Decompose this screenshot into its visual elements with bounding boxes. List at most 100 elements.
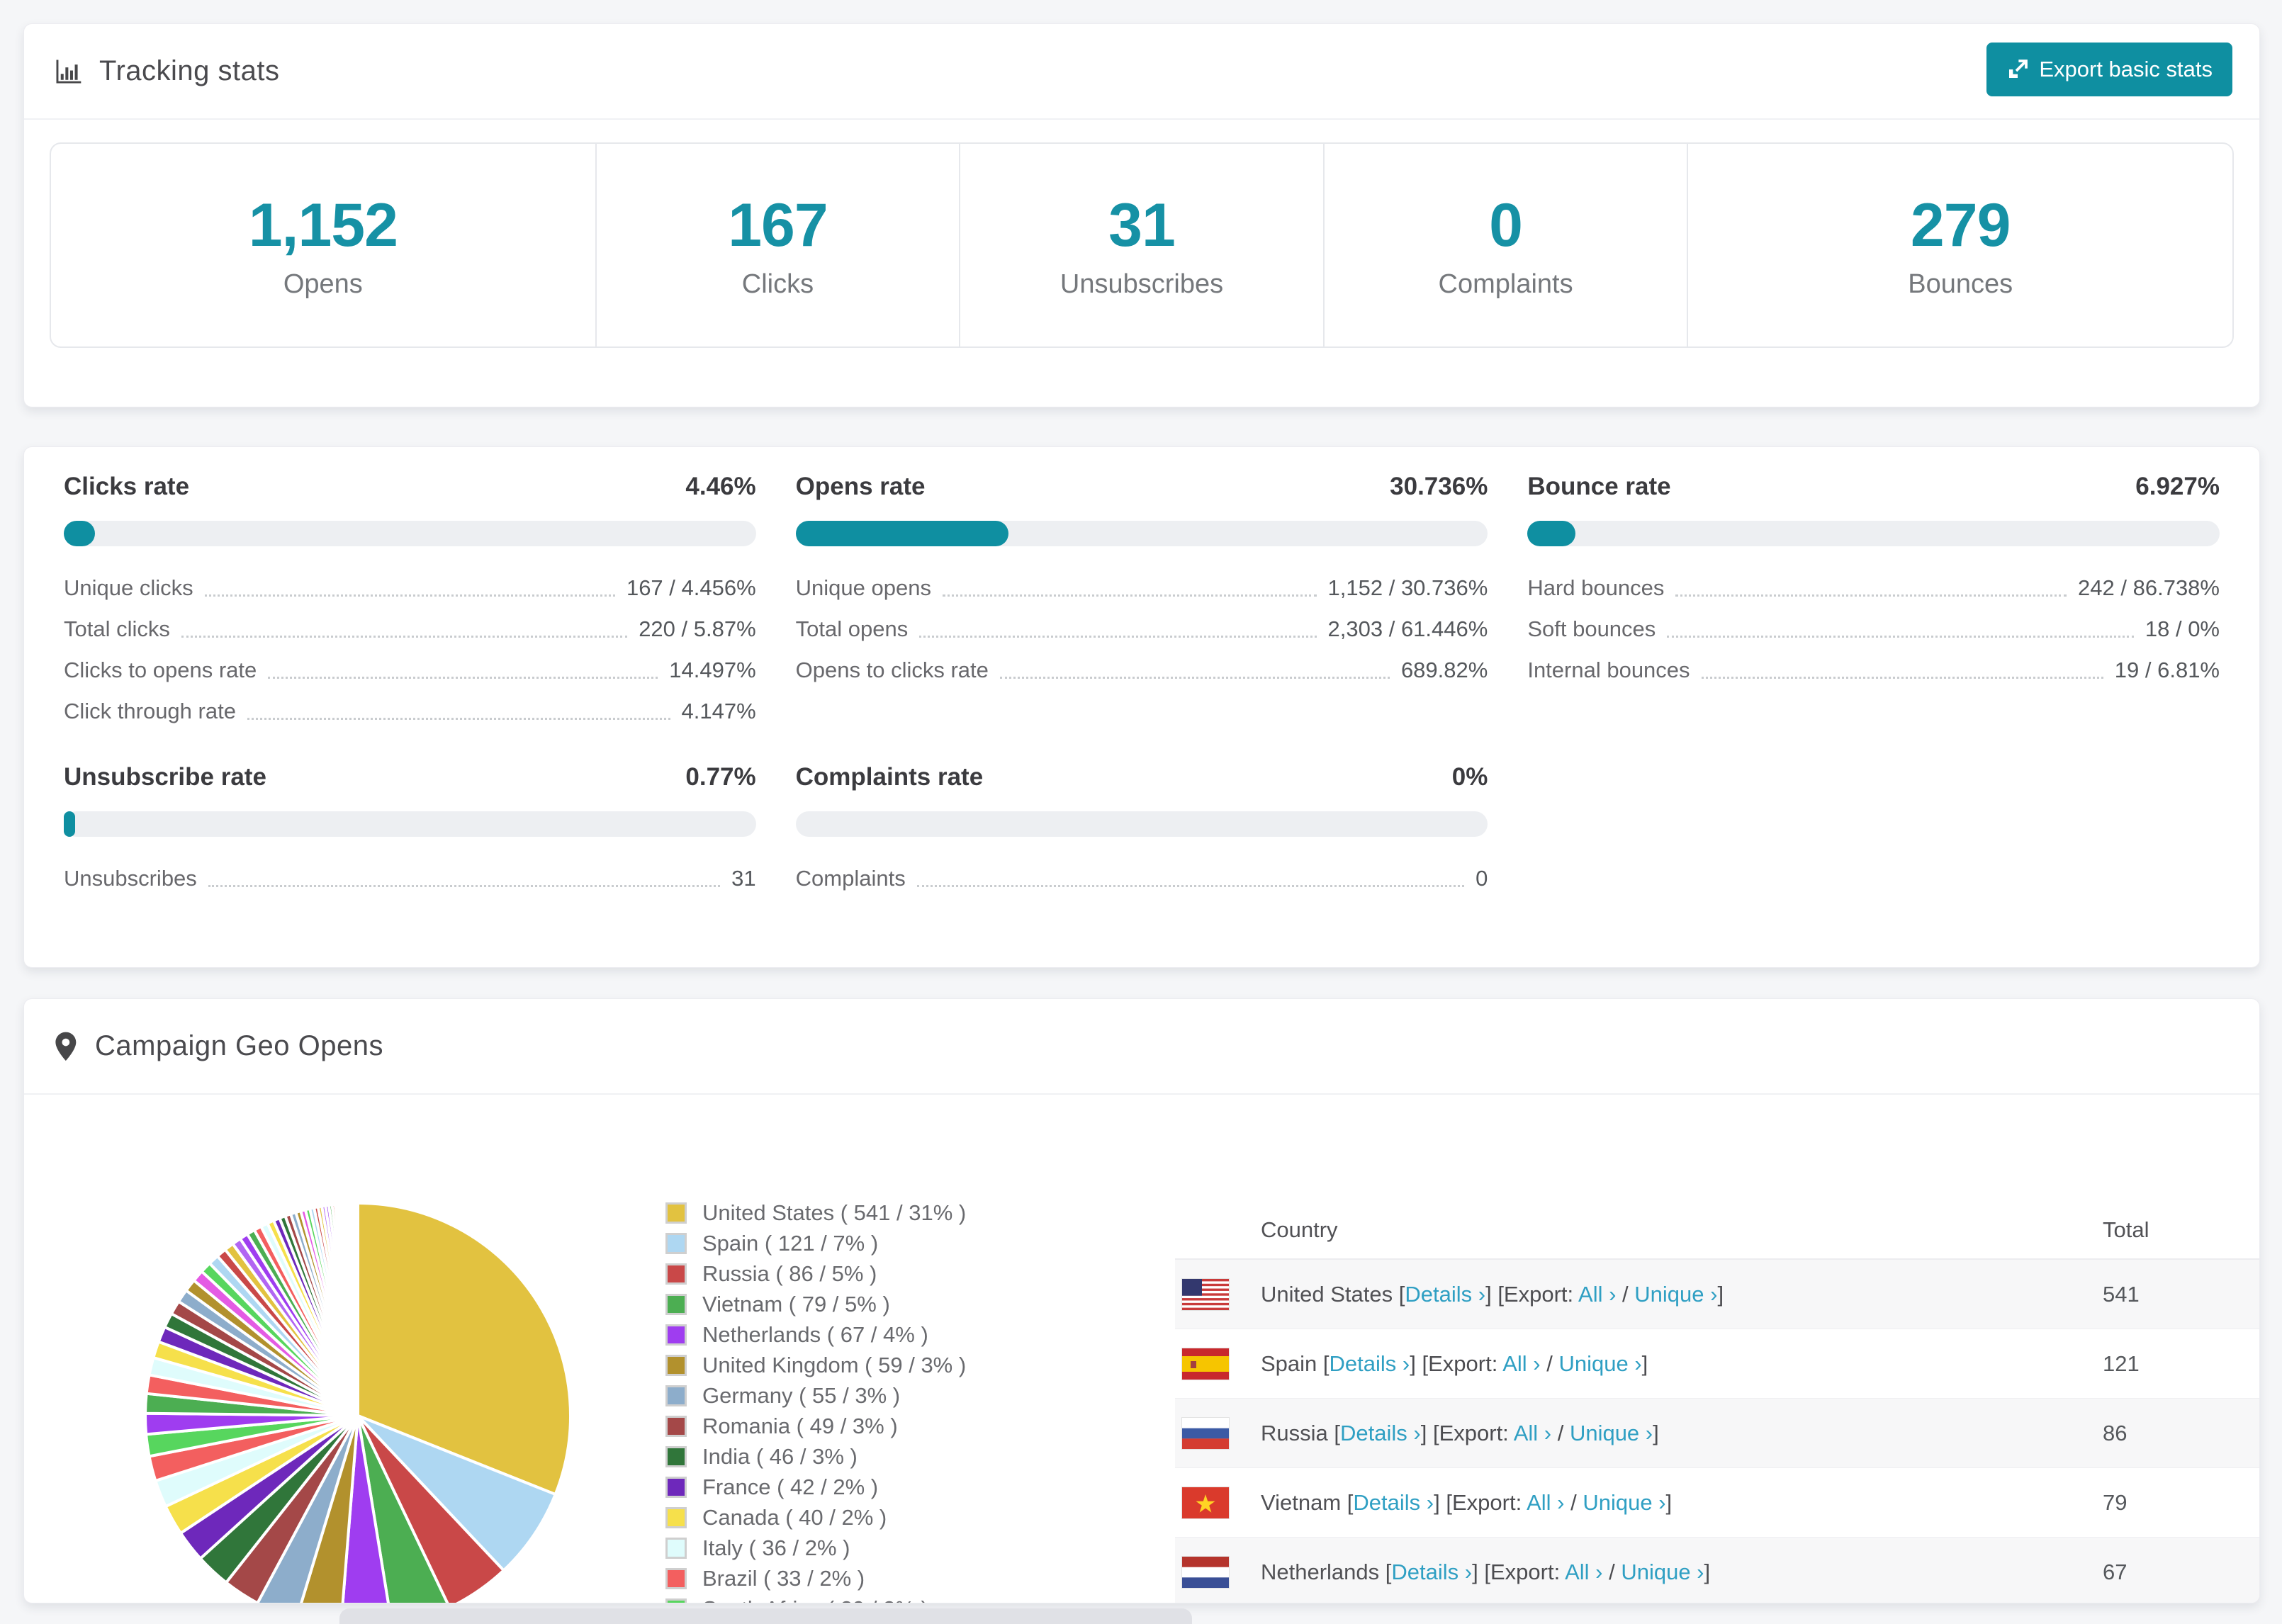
legend-item[interactable]: Vietnam ( 79 / 5% ) [665,1292,966,1316]
legend-item[interactable]: Spain ( 121 / 7% ) [665,1231,966,1256]
clicks-rate-title: Clicks rate [64,473,190,500]
bar-chart-icon [52,56,84,87]
unsubscribe-rate-value: 0.77% [685,763,756,791]
horizontal-scrollbar-thumb[interactable] [339,1608,1192,1624]
stat-value: 31 [1108,191,1176,259]
export-unique-link[interactable]: Unique › [1570,1421,1653,1445]
details-link[interactable]: Details › [1405,1282,1485,1307]
details-link[interactable]: Details › [1391,1560,1472,1584]
stat-value: 1,152 [248,191,398,259]
legend-swatch [665,1263,687,1285]
table-row-us: United States [Details ›] [Export: All ›… [1175,1260,2259,1329]
geo-body: United States ( 541 / 31% ) Spain ( 121 /… [24,1095,2259,1603]
legend-item[interactable]: Canada ( 40 / 2% ) [665,1505,966,1530]
legend-item[interactable]: Netherlands ( 67 / 4% ) [665,1322,966,1347]
country-name: Russia [1261,1420,1328,1445]
country-name: Spain [1261,1350,1317,1376]
opens-rate-bar [795,521,1488,546]
legend-item[interactable]: Germany ( 55 / 3% ) [665,1383,966,1408]
details-link[interactable]: Details › [1340,1421,1421,1445]
total-cell: 541 [2103,1281,2140,1307]
export-all-link[interactable]: All › [1527,1490,1564,1515]
export-unique-link[interactable]: Unique › [1558,1351,1641,1376]
legend-item[interactable]: United States ( 541 / 31% ) [665,1200,966,1225]
opens-rate-title: Opens rate [795,473,926,500]
geo-header: Campaign Geo Opens [24,999,2259,1095]
export-all-link[interactable]: All › [1502,1351,1540,1376]
table-row-es: Spain [Details ›] [Export: All › / Uniqu… [1175,1329,2259,1399]
total-cell: 79 [2103,1489,2128,1515]
unsubscribe-rate-title: Unsubscribe rate [64,763,266,791]
dashboard-page: Tracking stats Export basic stats 1,152 O… [0,0,2282,1624]
export-all-link[interactable]: All › [1565,1560,1602,1584]
legend-label: Vietnam ( 79 / 5% ) [702,1292,890,1316]
summary-stat-opens: 1,152 Opens [51,144,597,346]
legend-item[interactable]: South Africa ( 29 / 2% ) [665,1596,966,1603]
tracking-stats-card: Tracking stats Export basic stats 1,152 O… [23,23,2260,407]
geo-table-header: Country Total [1175,1202,2259,1260]
geo-pie-chart[interactable] [135,1193,580,1603]
export-button-label: Export basic stats [2039,57,2213,81]
pie-slice[interactable] [354,1201,359,1416]
table-row-nl: Netherlands [Details ›] [Export: All › /… [1175,1538,2259,1603]
ru-flag-icon [1182,1417,1229,1449]
export-unique-link[interactable]: Unique › [1621,1560,1704,1584]
pie-legend: United States ( 541 / 31% ) Spain ( 121 /… [665,1200,966,1603]
bounce-rate-block: Bounce rate 6.927% Hard bounces 242 / 86.7… [1527,473,2220,732]
complaints-rate-title: Complaints rate [795,763,984,791]
legend-item[interactable]: Russia ( 86 / 5% ) [665,1261,966,1286]
legend-label: France ( 42 / 2% ) [702,1474,879,1499]
legend-swatch [665,1538,687,1559]
clicks-rate-block: Clicks rate 4.46% Unique clicks 167 / 4.45… [64,473,756,732]
details-link[interactable]: Details › [1353,1490,1434,1515]
rate-row: Hard bounces 242 / 86.738% [1527,575,2220,600]
geo-table: Country Total United States [Details ›] … [1175,1202,2259,1603]
legend-swatch [665,1324,687,1346]
legend-swatch [665,1477,687,1498]
bounce-rate-title: Bounce rate [1527,473,1671,500]
stat-value: 279 [1910,191,2011,259]
legend-label: Romania ( 49 / 3% ) [702,1414,898,1438]
table-row-vn: Vietnam [Details ›] [Export: All › / Uni… [1175,1468,2259,1538]
legend-swatch [665,1202,687,1224]
opens-rate-block: Opens rate 30.736% Unique opens 1,152 / 30… [795,473,1488,732]
legend-label: Italy ( 36 / 2% ) [702,1535,850,1560]
total-cell: 67 [2103,1559,2128,1584]
legend-swatch [665,1233,687,1254]
rate-row: Opens to clicks rate 689.82% [795,658,1488,682]
legend-item[interactable]: United Kingdom ( 59 / 3% ) [665,1353,966,1377]
legend-item[interactable]: France ( 42 / 2% ) [665,1474,966,1499]
es-flag-icon [1182,1348,1229,1380]
legend-swatch [665,1294,687,1315]
vn-flag-icon [1182,1487,1229,1518]
clicks-rate-value: 4.46% [685,473,756,500]
export-unique-link[interactable]: Unique › [1634,1282,1717,1307]
country-cell: United States [Details ›] [Export: All ›… [1261,1281,1724,1307]
legend-swatch [665,1416,687,1437]
export-all-link[interactable]: All › [1578,1282,1616,1307]
legend-item[interactable]: India ( 46 / 3% ) [665,1444,966,1469]
complaints-rate-bar [795,811,1488,837]
legend-label: Russia ( 86 / 5% ) [702,1261,877,1286]
summary-stat-unsubscribes: 31 Unsubscribes [960,144,1325,346]
legend-item[interactable]: Romania ( 49 / 3% ) [665,1414,966,1438]
legend-swatch [665,1598,687,1603]
legend-label: India ( 46 / 3% ) [702,1444,858,1469]
legend-item[interactable]: Brazil ( 33 / 2% ) [665,1566,966,1591]
rate-row: Unsubscribes 31 [64,866,756,891]
legend-label: Spain ( 121 / 7% ) [702,1231,879,1256]
rate-row: Click through rate 4.147% [64,699,756,723]
export-basic-stats-button[interactable]: Export basic stats [1986,43,2232,96]
export-unique-link[interactable]: Unique › [1583,1490,1665,1515]
map-pin-icon [52,1031,79,1062]
legend-item[interactable]: Italy ( 36 / 2% ) [665,1535,966,1560]
legend-swatch [665,1385,687,1406]
total-column-header: Total [2103,1217,2149,1242]
country-name: Vietnam [1261,1489,1342,1515]
summary-stat-complaints: 0 Complaints [1325,144,1689,346]
country-cell: Spain [Details ›] [Export: All › / Uniqu… [1261,1350,1648,1376]
country-name: Netherlands [1261,1559,1380,1584]
rate-row: Total clicks 220 / 5.87% [64,616,756,641]
details-link[interactable]: Details › [1330,1351,1410,1376]
export-all-link[interactable]: All › [1514,1421,1551,1445]
